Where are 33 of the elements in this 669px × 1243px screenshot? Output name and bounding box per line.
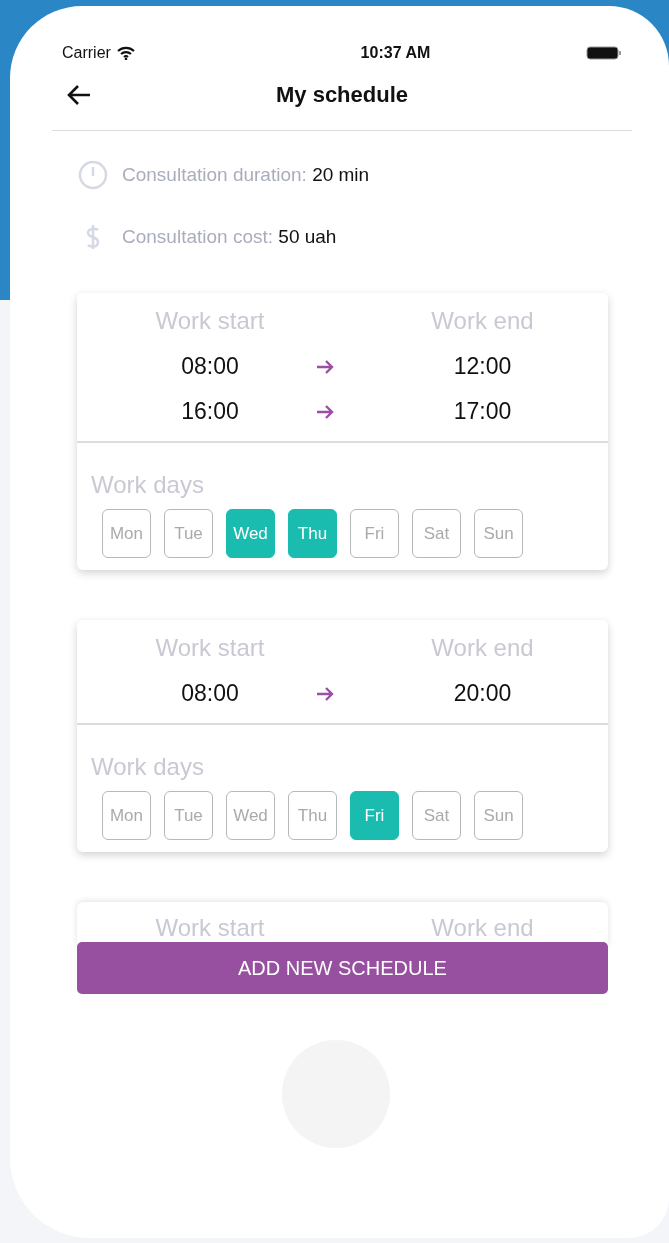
start-time[interactable]: 16:00 (127, 398, 293, 425)
clock-icon (78, 160, 108, 190)
day-toggle[interactable]: Fri (350, 509, 399, 558)
start-time[interactable]: 08:00 (127, 680, 293, 707)
day-toggle[interactable]: Tue (164, 791, 213, 840)
day-toggle[interactable]: Fri (350, 791, 399, 840)
day-toggle[interactable]: Sat (412, 509, 461, 558)
day-toggle[interactable]: Thu (288, 509, 337, 558)
wifi-icon (116, 46, 135, 60)
arrow-right-icon (315, 685, 335, 702)
arrow-right-icon (315, 403, 335, 420)
day-toggle[interactable]: Sun (474, 791, 523, 840)
carrier-label: Carrier (62, 44, 111, 62)
end-time[interactable]: 17:00 (357, 398, 608, 425)
day-toggle[interactable]: Mon (102, 509, 151, 558)
day-toggle[interactable]: Wed (226, 509, 275, 558)
day-toggle[interactable]: Sun (474, 509, 523, 558)
day-toggle[interactable]: Sat (412, 791, 461, 840)
start-time[interactable]: 08:00 (127, 353, 293, 380)
day-toggle[interactable]: Wed (226, 791, 275, 840)
arrow-right-icon (315, 358, 335, 375)
info-text: Consultation cost: 50 uah (122, 226, 337, 248)
back-arrow-icon (66, 84, 92, 106)
info-text: Consultation duration: 20 min (122, 164, 370, 186)
battery-icon (586, 46, 622, 60)
day-toggle[interactable]: Thu (288, 791, 337, 840)
end-time[interactable]: 20:00 (357, 680, 608, 707)
screen-title: My schedule (274, 82, 409, 108)
add-schedule-button[interactable]: ADD NEW SCHEDULE (77, 942, 608, 994)
day-toggle[interactable]: Mon (102, 791, 151, 840)
end-time[interactable]: 12:00 (357, 353, 608, 380)
clock-time: 10:37 AM (360, 44, 431, 62)
day-toggle[interactable]: Tue (164, 509, 213, 558)
